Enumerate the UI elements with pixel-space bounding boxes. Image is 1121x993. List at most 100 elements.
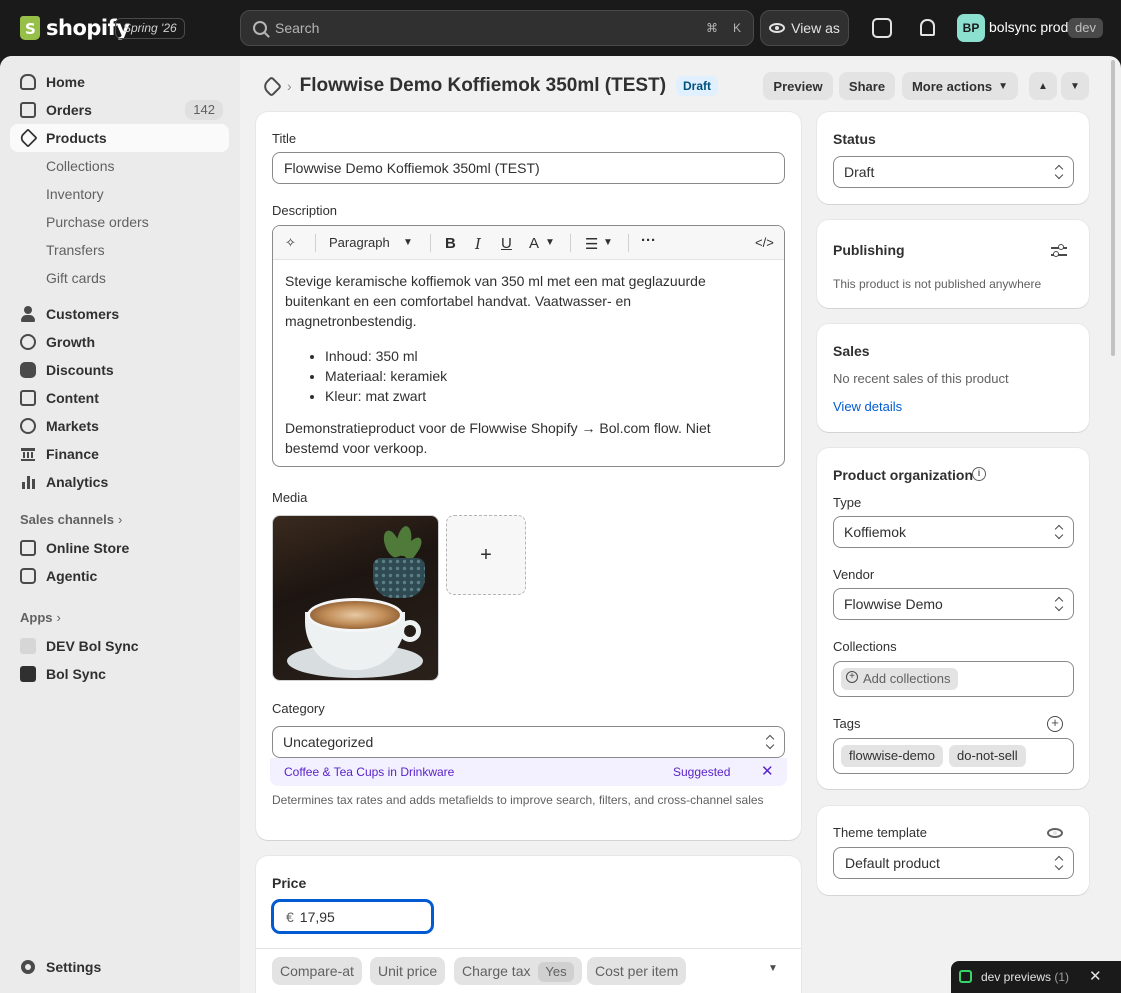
sidebar-subitem-purchase-orders[interactable]: Purchase orders [46, 214, 149, 230]
eye-icon[interactable] [1047, 828, 1063, 838]
suggested-category: Coffee & Tea Cups in Drinkware [284, 765, 455, 779]
bank-icon [20, 446, 36, 462]
shopify-bag-icon [20, 16, 40, 40]
sidebar-subitem-transfers[interactable]: Transfers [46, 242, 105, 258]
sidebar-item-analytics[interactable]: Analytics [10, 468, 229, 496]
sidebar-item-discounts[interactable]: Discounts [10, 356, 229, 384]
text-color-icon[interactable]: A [529, 235, 539, 252]
avatar[interactable]: BP [957, 14, 985, 42]
store-icon[interactable] [872, 18, 892, 38]
charge-tax-button[interactable]: Charge tax Yes [454, 957, 582, 985]
description-editor[interactable]: ✧ Paragraph ▼ B I U A ▼ ☰ ▼ ··· </> Stev… [272, 225, 785, 467]
bell-icon[interactable] [917, 18, 937, 38]
sidebar-item-growth[interactable]: Growth [10, 328, 229, 356]
charge-tax-label: Charge tax [462, 963, 531, 979]
sales-title: Sales [833, 343, 870, 359]
editor-toolbar: ✧ Paragraph ▼ B I U A ▼ ☰ ▼ ··· </> [273, 226, 784, 260]
sidebar-section-sales-channels[interactable]: Sales channels › [20, 512, 122, 527]
chevron-down-icon[interactable]: ▼ [403, 237, 413, 248]
dismiss-suggestion-icon[interactable]: ✕ [761, 762, 774, 780]
sidebar-item-settings[interactable]: Settings [10, 953, 229, 981]
share-button[interactable]: Share [839, 72, 895, 100]
view-as-button[interactable]: View as [760, 10, 849, 46]
code-icon[interactable]: </> [755, 235, 774, 250]
select-arrows-icon [766, 735, 774, 749]
chevron-down-icon[interactable]: ▼ [603, 237, 613, 248]
chevron-down-icon[interactable]: ▼ [545, 237, 555, 248]
type-select[interactable]: Koffiemok [833, 516, 1074, 548]
tag-chip[interactable]: do-not-sell [949, 745, 1026, 767]
more-actions-button[interactable]: More actions ▼ [902, 72, 1018, 100]
sidebar-item-home[interactable]: Home [10, 68, 229, 96]
media-label: Media [272, 490, 308, 505]
info-icon[interactable]: i [972, 467, 986, 481]
search-bar[interactable]: Search ⌘ K [240, 10, 754, 46]
add-tag-icon[interactable]: + [1047, 716, 1063, 732]
sidebar-item-dev-bol-sync[interactable]: DEV Bol Sync [10, 632, 229, 660]
preview-button[interactable]: Preview [763, 72, 833, 100]
bold-icon[interactable]: B [445, 235, 456, 252]
tag-icon [18, 128, 38, 148]
price-card: Price €17,95 Compare-at Unit price Charg… [256, 856, 801, 993]
sliders-icon[interactable] [1051, 244, 1067, 258]
sidebar-item-customers[interactable]: Customers [10, 300, 229, 328]
unit-price-button[interactable]: Unit price [370, 957, 446, 985]
italic-icon[interactable]: I [475, 235, 481, 253]
view-details-link[interactable]: View details [833, 399, 902, 414]
sidebar-label: Home [46, 74, 85, 90]
paragraph-select[interactable]: Paragraph [329, 235, 390, 250]
sidebar-item-content[interactable]: Content [10, 384, 229, 412]
edition-badge[interactable]: Spring '26 [115, 18, 185, 39]
sidebar-item-bol-sync[interactable]: Bol Sync [10, 660, 229, 688]
category-select[interactable]: Uncategorized [272, 726, 785, 758]
status-select[interactable]: Draft [833, 156, 1074, 188]
theme-template-select[interactable]: Default product [833, 847, 1074, 879]
align-icon[interactable]: ☰ [585, 235, 598, 253]
sidebar-section-apps[interactable]: Apps › [20, 610, 61, 625]
add-media-button[interactable]: + [446, 515, 526, 595]
tag-chip[interactable]: flowwise-demo [841, 745, 943, 767]
tags-input[interactable]: flowwise-demo do-not-sell [833, 738, 1074, 774]
description-paragraph: Demonstratieproduct voor de Flowwise Sho… [285, 420, 711, 456]
home-icon [20, 74, 36, 90]
next-product-button[interactable]: ▼ [1061, 72, 1089, 100]
sidebar-subitem-collections[interactable]: Collections [46, 158, 114, 174]
store-name[interactable]: bolsync prod [989, 19, 1068, 35]
sidebar-subitem-gift-cards[interactable]: Gift cards [46, 270, 106, 286]
sidebar-label: Agentic [46, 568, 98, 584]
sidebar-item-markets[interactable]: Markets [10, 412, 229, 440]
chevron-down-icon[interactable]: ▼ [768, 963, 778, 974]
add-collections-chip[interactable]: + Add collections [841, 668, 959, 690]
sidebar-item-orders[interactable]: Orders 142 [10, 96, 229, 124]
tag-icon[interactable] [260, 75, 283, 97]
sidebar-item-products[interactable]: Products [10, 124, 229, 152]
env-badge: dev [1068, 18, 1103, 38]
more-icon[interactable]: ··· [641, 232, 656, 249]
type-label: Type [833, 495, 862, 510]
underline-icon[interactable]: U [501, 235, 512, 252]
shopify-logo[interactable]: shopify [20, 14, 130, 42]
collections-input[interactable]: + Add collections [833, 661, 1074, 697]
dev-previews-label: dev previews (1) [981, 970, 1070, 984]
content-icon [20, 390, 36, 406]
top-bar: shopify Spring '26 Search ⌘ K View as BP… [0, 0, 1121, 56]
sidebar-subitem-inventory[interactable]: Inventory [46, 186, 104, 202]
category-suggestion[interactable]: Coffee & Tea Cups in Drinkware Suggested… [270, 758, 787, 786]
previous-product-button[interactable]: ▲ [1029, 72, 1057, 100]
toolbar-divider [628, 234, 629, 252]
sidebar-item-online-store[interactable]: Online Store [10, 534, 229, 562]
vendor-select[interactable]: Flowwise Demo [833, 588, 1074, 620]
price-input[interactable]: €17,95 [272, 900, 433, 933]
close-icon[interactable]: ✕ [1089, 967, 1102, 985]
dev-previews-toast[interactable]: dev previews (1) ✕ [951, 961, 1121, 993]
cost-per-item-button[interactable]: Cost per item [587, 957, 687, 985]
sidebar-item-finance[interactable]: Finance [10, 440, 229, 468]
title-input[interactable]: Flowwise Demo Koffiemok 350ml (TEST) [272, 152, 785, 184]
magic-icon[interactable]: ✧ [285, 235, 296, 251]
compare-at-button[interactable]: Compare-at [272, 957, 362, 985]
description-label: Description [272, 203, 338, 218]
sidebar-item-agentic[interactable]: Agentic [10, 562, 229, 590]
product-image[interactable] [272, 515, 439, 681]
bar-chart-icon [20, 474, 36, 490]
scrollbar[interactable] [1111, 60, 1115, 356]
